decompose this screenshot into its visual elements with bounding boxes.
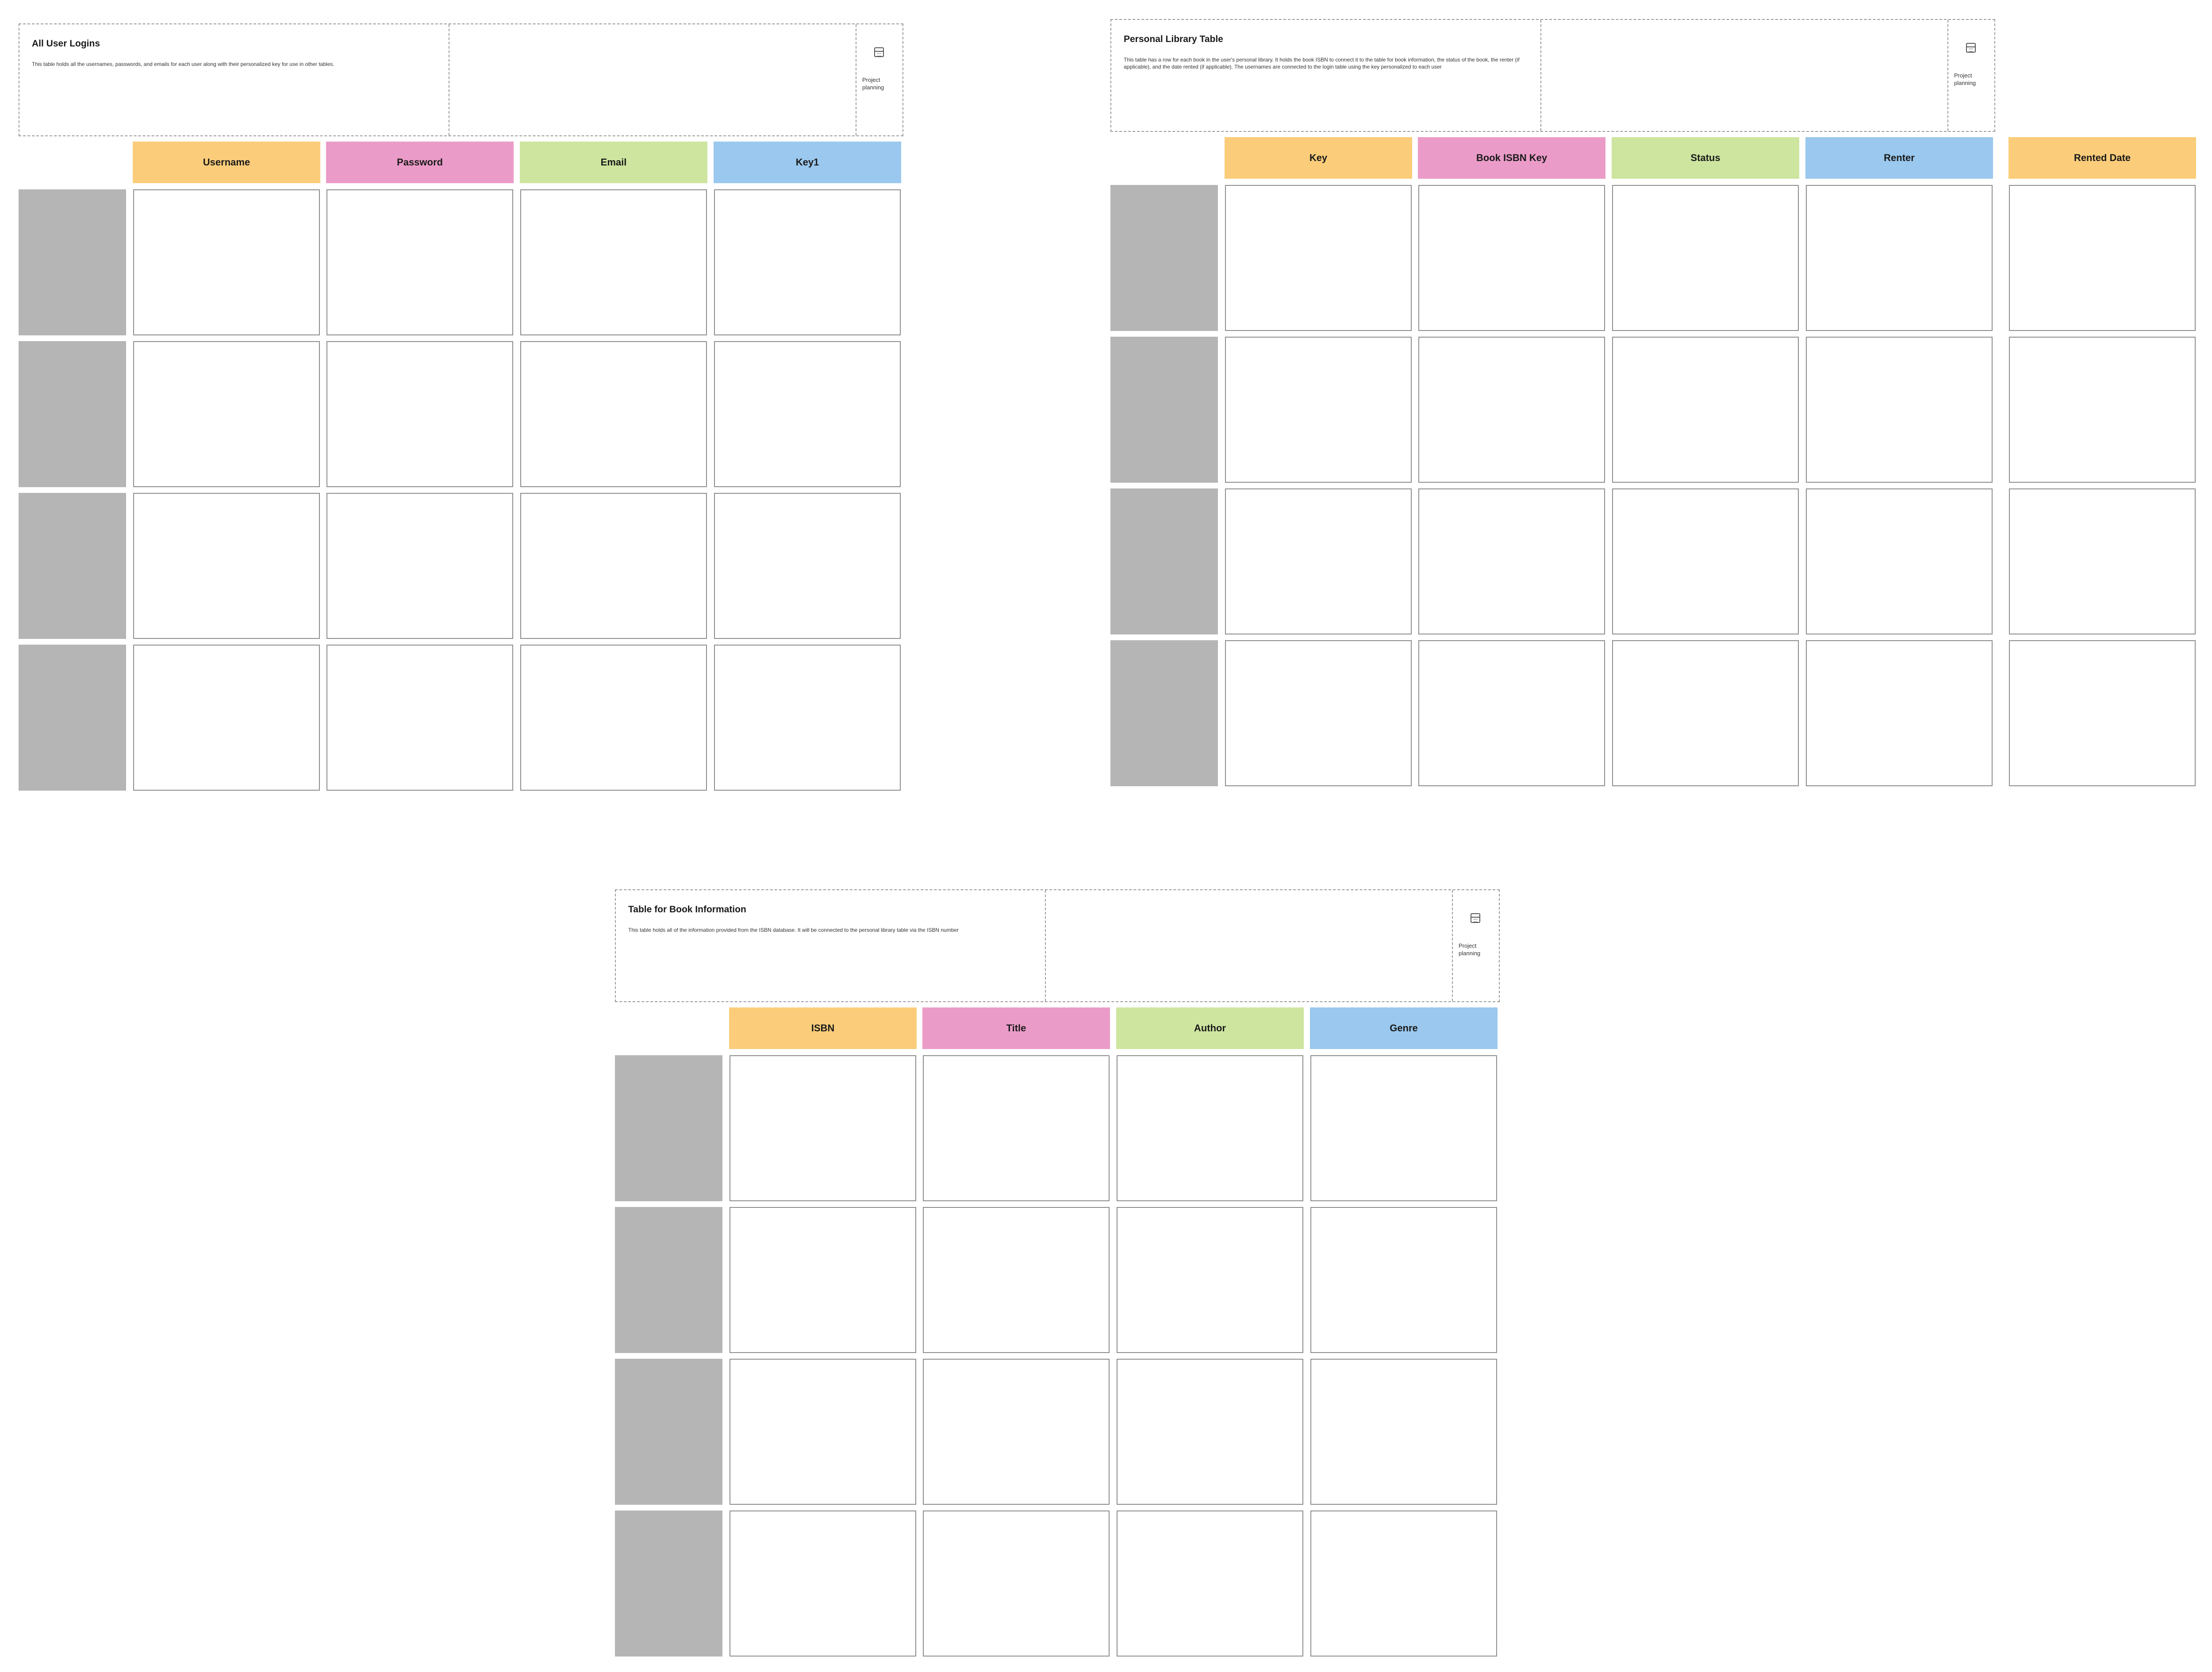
column-header-renter[interactable]: Renter [1805, 137, 1993, 179]
frame-title: Personal Library Table [1124, 34, 1223, 44]
table-cell[interactable] [1612, 640, 1799, 786]
row-label-block[interactable] [615, 1207, 722, 1353]
table-cell[interactable] [1418, 640, 1605, 786]
row-label-block[interactable] [19, 645, 126, 791]
column-header-book-isbn-key[interactable]: Book ISBN Key [1418, 137, 1605, 179]
table-cell[interactable] [1418, 337, 1605, 483]
table-cell[interactable] [1310, 1511, 1497, 1657]
divider [1947, 20, 1948, 131]
row-label-block[interactable] [615, 1511, 722, 1657]
table-cell[interactable] [133, 645, 320, 791]
table-cell[interactable] [520, 189, 707, 335]
table-cell[interactable] [1225, 488, 1412, 634]
table-cell[interactable] [1612, 185, 1799, 331]
table-cell[interactable] [1612, 488, 1799, 634]
frame-title: Table for Book Information [628, 904, 746, 915]
calendar-icon [1471, 913, 1480, 923]
table-cell[interactable] [1225, 640, 1412, 786]
column-header-email[interactable]: Email [520, 142, 707, 183]
table-cell[interactable] [1612, 337, 1799, 483]
frame-title: All User Logins [32, 38, 100, 49]
table-cell[interactable] [133, 341, 320, 487]
table-cell[interactable] [520, 645, 707, 791]
column-header-username[interactable]: Username [133, 142, 320, 183]
table-cell[interactable] [923, 1207, 1110, 1353]
row-label-block[interactable] [1110, 337, 1218, 483]
table-cell[interactable] [326, 645, 513, 791]
table-cell[interactable] [1310, 1207, 1497, 1353]
table-cell[interactable] [923, 1055, 1110, 1201]
tag-label: Project planning [862, 77, 884, 91]
table-cell[interactable] [1806, 185, 1993, 331]
description-box: All User Logins This table holds all the … [19, 23, 903, 136]
row-label-block[interactable] [1110, 488, 1218, 634]
row-label-block[interactable] [19, 341, 126, 487]
table-cell[interactable] [1418, 185, 1605, 331]
table-cell[interactable] [1806, 337, 1993, 483]
table-cell[interactable] [326, 493, 513, 639]
table-cell[interactable] [520, 341, 707, 487]
tag-label: Project planning [1459, 942, 1481, 957]
table-cell[interactable] [2009, 185, 2196, 331]
description-box: Personal Library Table This table has a r… [1110, 19, 1995, 132]
table-cell[interactable] [730, 1207, 916, 1353]
table-cell[interactable] [714, 645, 901, 791]
table-cell[interactable] [1806, 640, 1993, 786]
calendar-icon [874, 47, 884, 57]
row-label-block[interactable] [615, 1359, 722, 1505]
table-cell[interactable] [2009, 488, 2196, 634]
table-cell[interactable] [1418, 488, 1605, 634]
table-cell[interactable] [923, 1359, 1110, 1505]
row-label-block[interactable] [615, 1055, 722, 1201]
table-cell[interactable] [326, 341, 513, 487]
column-header-rented-date[interactable]: Rented Date [2008, 137, 2196, 179]
calendar-icon [1966, 43, 1976, 53]
column-header-key[interactable]: Key [1225, 137, 1412, 179]
table-cell[interactable] [714, 493, 901, 639]
frame-description: This table has a row for each book in th… [1124, 57, 1520, 70]
column-header-author[interactable]: Author [1116, 1007, 1304, 1049]
table-cell[interactable] [730, 1055, 916, 1201]
column-header-key1[interactable]: Key1 [714, 142, 901, 183]
table-cell[interactable] [714, 189, 901, 335]
tag-label: Project planning [1954, 72, 1976, 86]
column-header-status[interactable]: Status [1612, 137, 1799, 179]
row-label-block[interactable] [1110, 185, 1218, 331]
column-header-password[interactable]: Password [326, 142, 514, 183]
table-cell[interactable] [1225, 185, 1412, 331]
row-label-block[interactable] [1110, 640, 1218, 786]
frame-description: This table holds all the usernames, pass… [32, 61, 334, 67]
table-cell[interactable] [326, 189, 513, 335]
description-box: Table for Book Information This table hol… [615, 889, 1500, 1002]
table-cell[interactable] [520, 493, 707, 639]
table-cell[interactable] [1310, 1055, 1497, 1201]
table-cell[interactable] [1225, 337, 1412, 483]
table-cell[interactable] [1117, 1055, 1303, 1201]
row-label-block[interactable] [19, 493, 126, 639]
frame-description: This table holds all of the information … [628, 927, 959, 933]
column-header-title[interactable]: Title [922, 1007, 1110, 1049]
column-header-isbn[interactable]: ISBN [729, 1007, 917, 1049]
table-cell[interactable] [2009, 640, 2196, 786]
table-cell[interactable] [133, 189, 320, 335]
table-cell[interactable] [1117, 1207, 1303, 1353]
column-header-genre[interactable]: Genre [1310, 1007, 1498, 1049]
table-cell[interactable] [1117, 1359, 1303, 1505]
table-cell[interactable] [923, 1511, 1110, 1657]
divider [1045, 890, 1046, 1001]
table-cell[interactable] [1310, 1359, 1497, 1505]
table-cell[interactable] [714, 341, 901, 487]
table-cell[interactable] [730, 1359, 916, 1505]
table-cell[interactable] [2009, 337, 2196, 483]
divider [1540, 20, 1541, 131]
table-cell[interactable] [1117, 1511, 1303, 1657]
table-cell[interactable] [1806, 488, 1993, 634]
table-cell[interactable] [730, 1511, 916, 1657]
row-label-block[interactable] [19, 189, 126, 335]
divider [1452, 890, 1453, 1001]
table-cell[interactable] [133, 493, 320, 639]
